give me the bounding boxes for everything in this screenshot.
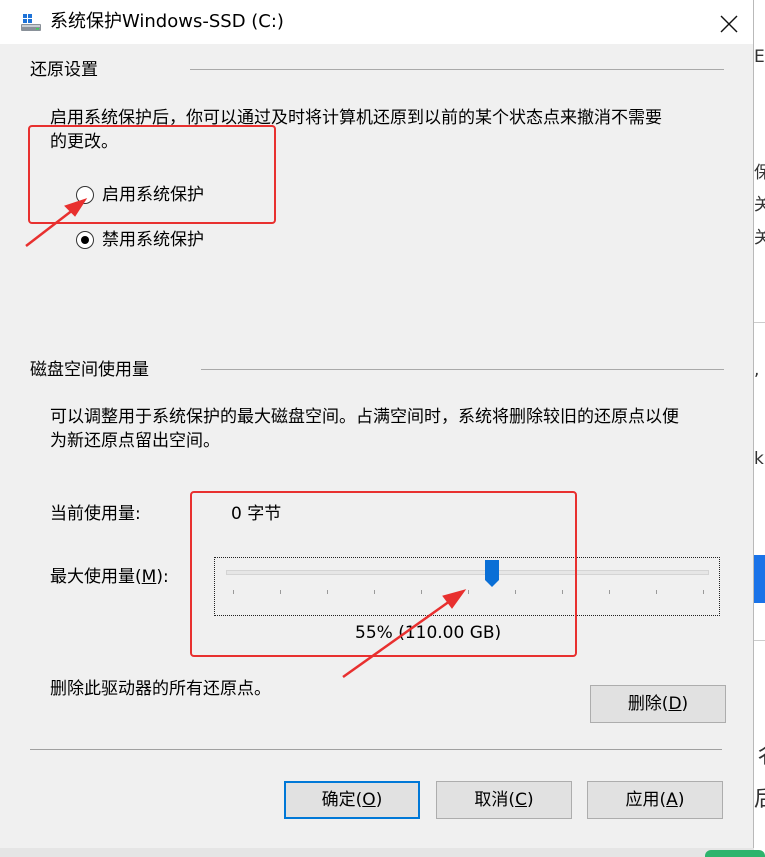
enable-protection-radio[interactable]: 启用系统保护 [76,184,216,208]
system-protection-dialog: 系统保护Windows-SSD (C:) 还原设置 启用系统保护后，你可以通过及… [0,0,754,848]
disable-protection-radio[interactable]: 禁用系统保护 [76,229,216,253]
max-usage-label-prefix: 最大使用量( [50,567,142,587]
drive-icon [21,14,41,31]
restore-description-line1: 启用系统保护后，你可以通过及时将计算机还原到以前的某个状态点来撤消不需要 [50,108,662,128]
slider-tick [421,590,422,594]
restore-settings-heading: 还原设置 [30,60,98,80]
background-window: E 保 关 关 , k 彳 后 [754,0,765,857]
slider-track[interactable] [226,570,709,575]
background-text-fragment: E [754,47,765,67]
slider-tick [374,590,375,594]
title-bar: 系统保护Windows-SSD (C:) [0,0,753,44]
taskbar-shadow [0,848,754,857]
background-text-fragment: , [754,360,760,380]
delete-restore-points-description: 删除此驱动器的所有还原点。 [50,679,271,699]
disable-protection-radio-circle[interactable] [76,231,94,249]
enable-protection-radio-circle[interactable] [76,186,94,204]
current-usage-label: 当前使用量: [50,504,141,524]
slider-percentage-readout: 55% (110.00 GB) [355,623,502,643]
slider-tick [703,590,704,594]
ok-button[interactable]: 确定(O) [284,781,420,819]
slider-tick [327,590,328,594]
background-divider [754,322,765,323]
restore-settings-group-line [190,69,724,70]
disk-description-line2: 为新还原点留出空间。 [50,431,220,451]
background-text-fragment: 后 [754,789,765,811]
cancel-button[interactable]: 取消(C) [436,781,572,819]
background-text-fragment: 保 [754,163,765,183]
close-button[interactable] [704,6,750,40]
footer-separator [30,749,722,750]
max-usage-slider[interactable] [214,557,720,616]
slider-tick [562,590,563,594]
window-title: 系统保护Windows-SSD (C:) [50,11,284,32]
background-divider [754,640,765,641]
max-usage-mnemonic: M [141,567,157,587]
radio-selected-dot [81,236,89,244]
disk-usage-group-line [201,369,724,370]
background-text-fragment: 关 [754,195,765,215]
apply-button[interactable]: 应用(A) [587,781,723,819]
background-text-fragment: 彳 [754,746,765,768]
slider-tick [609,590,610,594]
disk-usage-heading: 磁盘空间使用量 [30,360,149,380]
slider-thumb[interactable] [484,560,499,588]
background-blue-button [754,555,765,603]
delete-button[interactable]: 删除(D) [590,685,726,723]
restore-description-line2: 的更改。 [50,132,118,152]
background-text-fragment: 关 [754,228,765,248]
max-usage-label: 最大使用量(M): [50,565,169,589]
slider-tick [656,590,657,594]
background-text-fragment: k [754,449,764,469]
disk-description-line1: 可以调整用于系统保护的最大磁盘空间。占满空间时，系统将删除较旧的还原点以便 [50,407,679,427]
slider-tick [233,590,234,594]
slider-tick [280,590,281,594]
close-icon [720,15,738,33]
background-green-tab [705,850,765,857]
current-usage-value: 0 字节 [231,504,282,524]
slider-tick [515,590,516,594]
disable-protection-label: 禁用系统保护 [102,230,204,250]
enable-protection-label: 启用系统保护 [102,185,204,205]
slider-tick [468,590,469,594]
max-usage-label-suffix: ): [156,567,169,587]
